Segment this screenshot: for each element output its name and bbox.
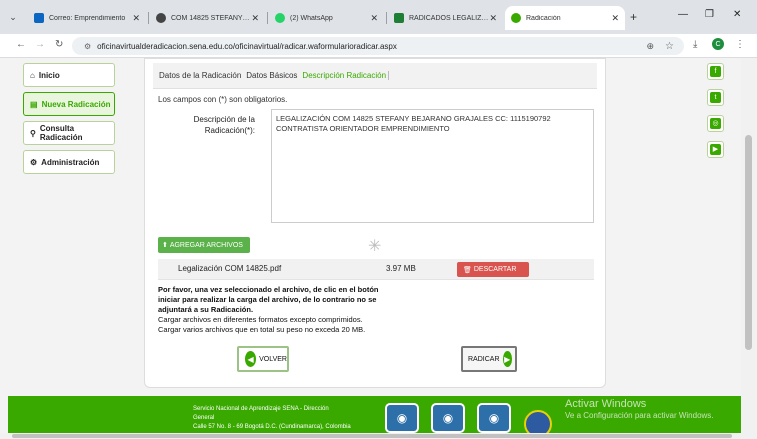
browser-tab-strip: ⌄ Correo: Emprendimiento ✕ COM 14825 STE… <box>0 0 757 34</box>
arrow-left-icon: ◀ <box>245 351 257 367</box>
discard-button[interactable]: 🗑 DESCARTAR <box>457 262 529 277</box>
description-label: Descripción de la Radicación(*): <box>193 115 255 135</box>
facebook-link[interactable]: f <box>707 63 724 80</box>
site-info-icon[interactable]: ⚙ <box>84 42 91 51</box>
trash-icon: 🗑 <box>463 266 474 274</box>
gears-icon: ⚙ <box>30 157 38 167</box>
bookmark-star-icon[interactable]: ☆ <box>665 41 674 52</box>
browser-tab[interactable]: (2) WhatsApp ✕ <box>269 6 384 30</box>
form-tabs: Datos de la Radicación Datos Básicos Des… <box>153 63 597 89</box>
close-tab-icon[interactable]: ✕ <box>370 13 378 24</box>
twitter-icon: t <box>710 92 721 103</box>
sidebar-item-inicio[interactable]: ⌂ Inicio <box>23 63 115 87</box>
upload-icon: ⬆ <box>162 242 170 249</box>
loading-spinner-icon: ✳ <box>368 238 382 255</box>
tab-separator <box>386 12 387 24</box>
youtube-icon: ▶ <box>710 144 721 155</box>
close-tab-icon[interactable]: ✕ <box>611 13 619 24</box>
radicacion-form-card: Datos de la Radicación Datos Básicos Des… <box>144 58 606 388</box>
windows-activation-watermark: Activar Windows Ve a Configuración para … <box>565 398 714 420</box>
browser-toolbar: ← → ↻ ⚙ oficinavirtualderadicacion.sena.… <box>0 34 757 58</box>
sidebar-item-nueva-radicacion[interactable]: ▤ Nueva Radicación <box>23 92 115 116</box>
page-content: ⌂ Inicio ▤ Nueva Radicación ⚲ Consulta R… <box>0 58 741 433</box>
browser-tab[interactable]: RADICADOS LEGALIZAC ✕ <box>388 6 503 30</box>
submit-radicar-button[interactable]: RADICAR ▶ <box>461 346 517 372</box>
add-files-button[interactable]: ⬆ AGREGAR ARCHIVOS <box>158 237 250 253</box>
zoom-icon[interactable]: ⊕ <box>646 41 654 52</box>
url-text[interactable]: oficinavirtualderadicacion.sena.edu.co/o… <box>97 42 397 51</box>
footer-badge-icon[interactable]: ◉ <box>385 403 419 433</box>
file-size: 3.97 MB <box>386 264 416 273</box>
sidebar: ⌂ Inicio ▤ Nueva Radicación ⚲ Consulta R… <box>23 63 115 179</box>
sheets-favicon-icon <box>394 13 404 23</box>
browser-tab[interactable]: COM 14825 STEFANY BE ✕ <box>150 6 265 30</box>
certification-seal-icon <box>524 410 552 433</box>
tab-separator <box>267 12 268 24</box>
back-arrow-icon[interactable]: ← <box>16 39 26 50</box>
browser-tab-active[interactable]: Radicación ✕ <box>505 6 625 30</box>
instagram-link[interactable]: ◎ <box>707 115 724 132</box>
footer-badge-icon[interactable]: ◉ <box>431 403 465 433</box>
social-links: f t ◎ ▶ <box>707 63 725 167</box>
search-icon: ⚲ <box>30 128 36 138</box>
vertical-scrollbar-thumb[interactable] <box>745 135 752 350</box>
close-tab-icon[interactable]: ✕ <box>251 13 259 24</box>
back-button[interactable]: ◀ VOLVER <box>237 346 289 372</box>
sena-favicon-icon <box>511 13 521 23</box>
sidebar-item-administracion[interactable]: ⚙ Administración <box>23 150 115 174</box>
reload-icon[interactable]: ↻ <box>55 39 63 50</box>
close-tab-icon[interactable]: ✕ <box>132 13 140 24</box>
minimize-icon[interactable]: — <box>678 9 688 20</box>
youtube-link[interactable]: ▶ <box>707 141 724 158</box>
file-name: Legalización COM 14825.pdf <box>178 264 282 273</box>
home-icon: ⌂ <box>30 70 35 80</box>
close-window-icon[interactable]: ✕ <box>733 9 741 20</box>
address-bar[interactable]: ⚙ oficinavirtualderadicacion.sena.edu.co… <box>72 37 684 55</box>
arrow-right-icon: ▶ <box>502 351 512 367</box>
download-icon[interactable]: ⤓ <box>693 39 697 50</box>
sidebar-item-consulta-radicacion[interactable]: ⚲ Consulta Radicación <box>23 121 115 145</box>
tab-separator <box>148 12 149 24</box>
outlook-favicon-icon <box>34 13 44 23</box>
tab-descripcion-radicacion[interactable]: Descripción Radicación <box>302 71 390 80</box>
tab-search-chevron-icon[interactable]: ⌄ <box>4 9 22 25</box>
twitter-link[interactable]: t <box>707 89 724 106</box>
new-tab-icon[interactable]: + <box>630 10 637 24</box>
footer-address: Servicio Nacional de Aprendizaje SENA - … <box>193 406 351 430</box>
list-icon: ▤ <box>30 99 38 109</box>
footer-badge-icon[interactable]: ◉ <box>477 403 511 433</box>
upload-instructions: Por favor, una vez seleccionado el archi… <box>158 285 379 334</box>
restore-icon[interactable]: ❐ <box>705 9 714 20</box>
required-note: Los campos con (*) son obligatorios. <box>158 95 288 104</box>
tab-datos-radicacion[interactable]: Datos de la Radicación <box>159 71 241 80</box>
close-tab-icon[interactable]: ✕ <box>489 13 497 24</box>
browser-tab[interactable]: Correo: Emprendimiento ✕ <box>28 6 146 30</box>
forward-arrow-icon[interactable]: → <box>35 39 45 50</box>
kebab-menu-icon[interactable]: ⋮ <box>735 39 745 50</box>
instagram-icon: ◎ <box>710 118 721 129</box>
profile-avatar[interactable]: C <box>712 38 724 50</box>
whatsapp-favicon-icon <box>275 13 285 23</box>
description-textarea[interactable]: LEGALIZACIÓN COM 14825 STEFANY BEJARANO … <box>271 109 594 223</box>
horizontal-scrollbar-thumb[interactable] <box>12 434 732 438</box>
facebook-icon: f <box>710 66 721 77</box>
page-favicon-icon <box>156 13 166 23</box>
tab-datos-basicos[interactable]: Datos Básicos <box>246 71 297 80</box>
file-row: Legalización COM 14825.pdf 3.97 MB 🗑 DES… <box>158 259 594 280</box>
